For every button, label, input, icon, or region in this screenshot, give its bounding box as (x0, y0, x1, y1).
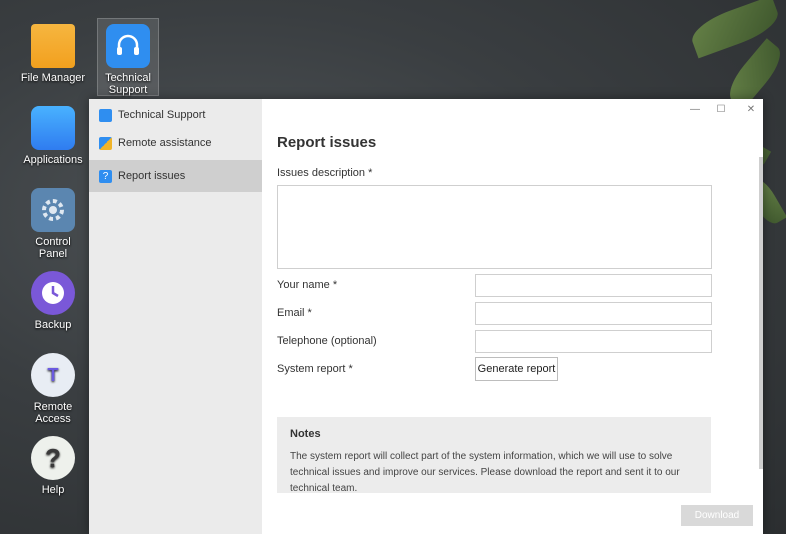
desktop-icon-label: Access (35, 413, 71, 425)
issues-description-textarea[interactable] (277, 185, 712, 269)
issues-description-label: Issues description * (277, 167, 373, 179)
headset-icon (106, 24, 150, 68)
notes-body: The system report will collect part of t… (290, 451, 680, 494)
clock-icon (31, 271, 75, 315)
desktop-icon-label: Technical (105, 72, 151, 84)
desktop-icon-control-panel[interactable]: Control Panel (15, 188, 91, 260)
desktop-icon-help[interactable]: ? Help (15, 436, 91, 496)
technical-support-window: Technical Support Remote assistance ? Re… (89, 99, 763, 534)
telephone-field[interactable] (475, 330, 712, 353)
desktop-icon-label: Applications (23, 154, 83, 166)
report-issues-panel: Report issues Issues description * Your … (262, 99, 763, 534)
notes-title: Notes (290, 428, 321, 440)
telephone-label: Telephone (optional) (277, 335, 377, 347)
sidebar-item-label: Technical Support (118, 109, 206, 121)
desktop-icon-label: Remote (33, 401, 73, 413)
folder-icon (31, 24, 75, 68)
email-label: Email * (277, 307, 312, 319)
desktop-icon-remote-access[interactable]: T Remote Access (15, 353, 91, 425)
generate-report-button[interactable]: Generate report (475, 357, 558, 381)
desktop-icon-label: File Manager (20, 72, 86, 84)
gear-icon (31, 188, 75, 232)
desktop-icon-label: Panel (38, 248, 68, 260)
desktop-icon-backup[interactable]: Backup (15, 271, 91, 331)
download-button[interactable]: Download (681, 505, 753, 526)
desktop-icon-label: Backup (34, 319, 72, 331)
shopping-bag-icon (31, 106, 75, 150)
your-name-label: Your name * (277, 279, 338, 291)
email-field[interactable] (475, 302, 712, 325)
question-icon: ? (99, 169, 112, 183)
desktop-icon-label: Control (35, 236, 71, 248)
sidebar: Technical Support Remote assistance ? Re… (89, 99, 262, 534)
remote-assistance-icon (99, 136, 112, 150)
desktop-icon-label: Help (41, 484, 65, 496)
sidebar-item-label: Report issues (118, 170, 186, 182)
sidebar-item-label: Remote assistance (118, 137, 212, 149)
system-report-label: System report * (277, 363, 353, 375)
scrollbar[interactable] (759, 157, 763, 469)
sidebar-item-report-issues[interactable]: ? Report issues (89, 160, 262, 192)
headset-icon (99, 108, 112, 122)
help-icon: ? (31, 436, 75, 480)
notes-box: Notes The system report will collect par… (277, 417, 711, 494)
desktop-icon-applications[interactable]: Applications (15, 106, 91, 166)
desktop-icon-technical-support[interactable]: Technical Support (97, 18, 159, 96)
desktop-icon-label: Support (108, 84, 148, 96)
sidebar-item-remote-assistance[interactable]: Remote assistance (89, 127, 262, 159)
desktop-icon-file-manager[interactable]: File Manager (15, 24, 91, 84)
cloud-icon: T (31, 353, 75, 397)
page-title: Report issues (277, 134, 377, 151)
your-name-field[interactable] (475, 274, 712, 297)
